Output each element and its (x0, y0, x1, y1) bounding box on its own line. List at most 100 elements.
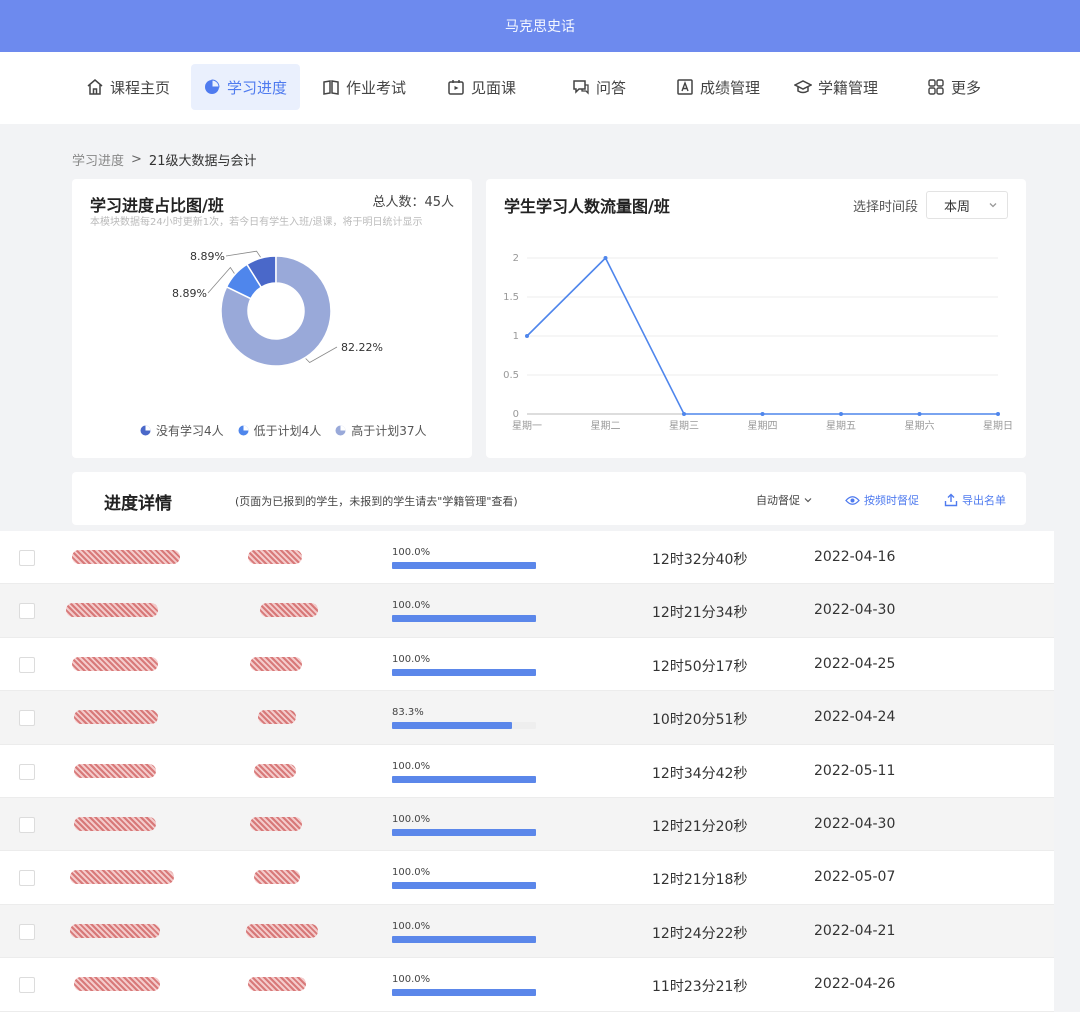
nav-item-home[interactable]: 课程主页 (74, 64, 182, 110)
x-tick-label: 星期六 (905, 420, 935, 432)
total-count: 总人数：45人 (372, 195, 454, 210)
nav-item-progress[interactable]: 学习进度 (191, 64, 300, 110)
join-date: 2022-04-24 (814, 709, 896, 726)
join-date: 2022-04-16 (814, 549, 896, 565)
row-checkbox[interactable] (19, 763, 35, 780)
app-header: 马克思史话 (0, 0, 1080, 52)
table-row[interactable]: 100.0% 12时21分18秒 2022-05-07 (0, 851, 1054, 905)
redacted-student-id (254, 763, 296, 778)
grade-icon (676, 78, 694, 96)
y-tick-label: 0.5 (503, 370, 519, 381)
x-tick-label: 星期日 (983, 420, 1013, 432)
nav-item-more[interactable]: 更多 (915, 64, 993, 110)
redacted-student-name (66, 603, 158, 618)
data-point (603, 256, 608, 260)
upload-icon (944, 493, 958, 507)
chevron-down-icon (804, 498, 812, 503)
time-range-value: 本周 (944, 199, 971, 215)
progress-percent: 100.0% (392, 653, 431, 665)
row-checkbox[interactable] (19, 603, 35, 620)
study-duration: 12时21分34秒 (652, 605, 748, 622)
breadcrumb-separator: > (131, 152, 142, 167)
sort-label: 自动督促 (756, 494, 800, 507)
breadcrumb-parent[interactable]: 学习进度 (72, 150, 124, 169)
row-checkbox[interactable] (19, 816, 35, 833)
redacted-student-id (260, 603, 318, 618)
table-row[interactable]: 100.0% 11时23分21秒 2022-04-26 (0, 958, 1054, 1012)
join-date: 2022-04-30 (814, 815, 896, 832)
redacted-student-id (246, 923, 318, 938)
progress-bar (392, 828, 536, 836)
row-checkbox[interactable] (19, 550, 35, 566)
progress-bar-fill (392, 989, 536, 997)
study-duration: 12时34分42秒 (652, 765, 748, 782)
nav-item-homework[interactable]: 作业考试 (310, 64, 418, 110)
breadcrumb-current: 21级大数据与会计 (148, 154, 257, 169)
study-duration: 12时21分20秒 (652, 818, 748, 835)
redacted-student-name (74, 710, 158, 725)
progress-percent: 100.0% (392, 547, 431, 558)
progress-bar-fill (392, 615, 536, 623)
row-checkbox[interactable] (19, 870, 35, 887)
nav-item-roster[interactable]: 学籍管理 (782, 64, 890, 110)
progress-pie-card: 学习进度占比图/班 总人数：45人 本模块数据每24小时更新1次，若今日有学生入… (72, 179, 472, 458)
table-row[interactable]: 100.0% 12时21分34秒 2022-04-30 (0, 584, 1054, 638)
table-row[interactable]: 100.0% 12时32分40秒 2022-04-16 (0, 531, 1054, 585)
book-icon (322, 78, 340, 96)
legend-item: 没有学习4人 (140, 422, 224, 439)
progress-bar (392, 615, 536, 623)
nav-item-meeting[interactable]: 见面课 (435, 64, 528, 110)
row-checkbox[interactable] (19, 710, 35, 727)
progress-percent: 100.0% (392, 600, 431, 612)
detail-title: 进度详情 (104, 494, 172, 514)
progress-percent: 100.0% (392, 760, 431, 772)
row-checkbox[interactable] (19, 923, 35, 940)
study-duration: 12时21分18秒 (652, 872, 748, 889)
data-point (760, 412, 765, 416)
nav-label: 更多 (951, 78, 982, 97)
table-row[interactable]: 100.0% 12时21分20秒 2022-04-30 (0, 797, 1054, 852)
nav-item-grades[interactable]: 成绩管理 (664, 64, 772, 110)
learning-flow-card: 学生学习人数流量图/班 选择时间段 本周 0 0.5 1 1.5 2 星期一 星期二 星期三 星… (486, 179, 1026, 458)
table-row[interactable]: 100.0% 12时34分42秒 2022-05-11 (0, 745, 1054, 798)
progress-bar (392, 722, 536, 730)
redacted-student-id (258, 710, 296, 725)
redacted-student-name (72, 656, 158, 671)
join-date: 2022-04-30 (814, 602, 896, 619)
data-point (525, 334, 529, 338)
row-checkbox[interactable] (19, 656, 35, 673)
pie-legend-icon (238, 425, 249, 436)
export-button[interactable]: 导出名单 (944, 492, 1006, 508)
table-row[interactable]: 100.0% 12时24分22秒 2022-04-21 (0, 904, 1054, 959)
pie-icon (203, 78, 221, 96)
course-title: 马克思史话 (505, 19, 575, 35)
progress-bar (392, 775, 536, 783)
video-icon (447, 78, 465, 96)
nav-label: 课程主页 (110, 78, 171, 97)
redacted-student-name (72, 550, 180, 564)
join-date: 2022-05-11 (814, 762, 896, 779)
pie-data-label: 82.22% (341, 341, 383, 354)
legend-label: 高于计划37人 (351, 424, 427, 438)
table-row[interactable]: 83.3% 10时20分51秒 2022-04-24 (0, 691, 1054, 745)
study-duration: 11时23分21秒 (652, 979, 748, 996)
nav-item-qa[interactable]: 问答 (560, 64, 638, 110)
pie-legend-icon (140, 425, 151, 436)
nav-label: 成绩管理 (700, 78, 761, 97)
progress-donut-chart: 8.89% 8.89% 82.22% (172, 250, 383, 367)
study-duration: 12时32分40秒 (652, 552, 748, 568)
cap-icon (794, 78, 812, 96)
legend-item: 高于计划37人 (335, 422, 427, 439)
x-tick-label: 星期二 (591, 420, 621, 432)
time-range-select[interactable]: 本周 (926, 191, 1008, 219)
y-tick-label: 0 (513, 409, 519, 420)
redacted-student-name (70, 923, 160, 938)
row-checkbox[interactable] (19, 977, 35, 994)
redacted-student-name (74, 977, 160, 992)
sort-dropdown[interactable]: 自动督促 (756, 492, 817, 508)
progress-bar (392, 562, 536, 569)
reminder-button[interactable]: 按频时督促 (845, 492, 919, 508)
progress-detail-header: 进度详情 (页面为已报到的学生，未报到的学生请去"学籍管理"查看) 自动督促 按… (72, 472, 1026, 525)
table-row[interactable]: 100.0% 12时50分17秒 2022-04-25 (0, 638, 1054, 692)
pie-legend-icon (335, 425, 346, 436)
